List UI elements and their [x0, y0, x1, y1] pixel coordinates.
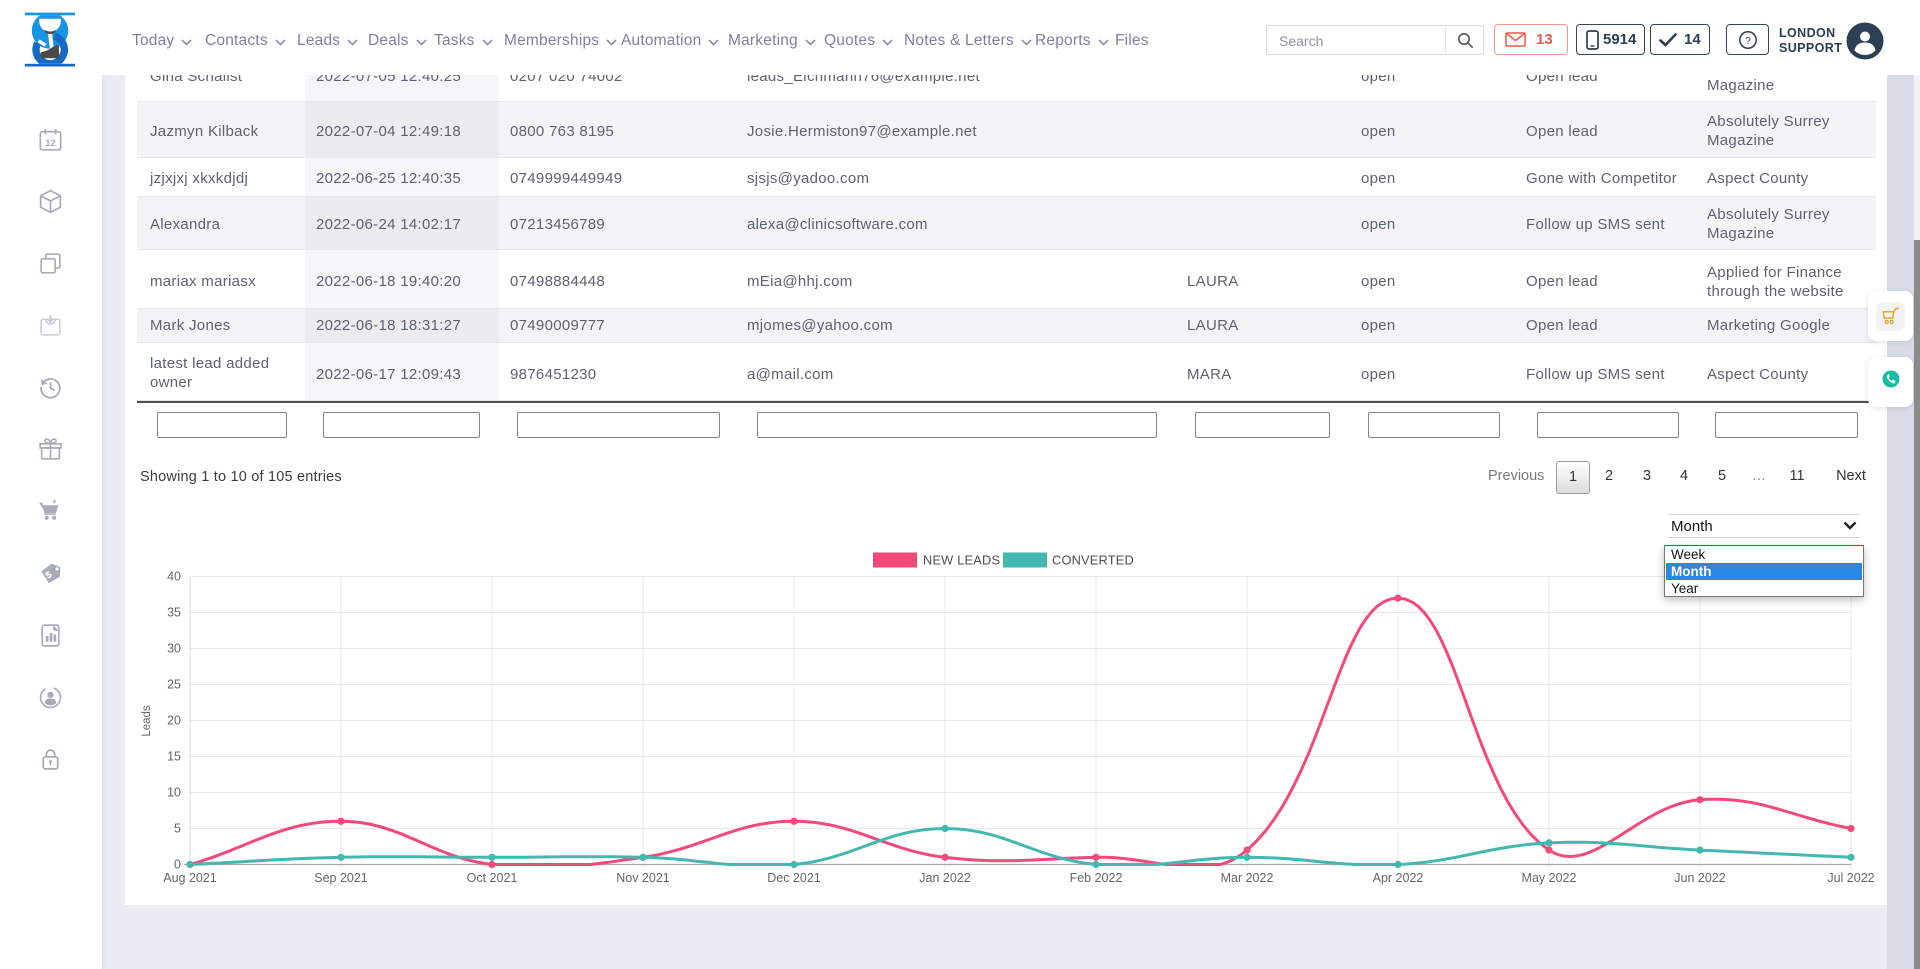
- svg-text:Aug 2021: Aug 2021: [163, 871, 217, 885]
- svg-text:Mar 2022: Mar 2022: [1221, 871, 1274, 885]
- svg-text:Jul 2022: Jul 2022: [1827, 871, 1874, 885]
- svg-text:Leads: Leads: [141, 705, 153, 737]
- svg-text:?: ?: [1745, 35, 1751, 47]
- svg-text:25: 25: [167, 678, 181, 692]
- svg-text:Nov 2021: Nov 2021: [616, 871, 670, 885]
- svg-text:Jun 2022: Jun 2022: [1674, 871, 1725, 885]
- svg-text:Oct 2021: Oct 2021: [467, 871, 518, 885]
- svg-text:NEW LEADS: NEW LEADS: [923, 553, 1000, 568]
- svg-text:30: 30: [167, 642, 181, 656]
- svg-text:20: 20: [167, 714, 181, 728]
- svg-text:15: 15: [167, 750, 181, 764]
- svg-text:Apr 2022: Apr 2022: [1373, 871, 1424, 885]
- svg-text:Jan 2022: Jan 2022: [919, 871, 970, 885]
- svg-text:35: 35: [167, 606, 181, 620]
- svg-text:CONVERTED: CONVERTED: [1052, 553, 1134, 568]
- svg-text:May 2022: May 2022: [1522, 871, 1577, 885]
- svg-text:5: 5: [174, 822, 181, 836]
- svg-text:Sep 2021: Sep 2021: [314, 871, 368, 885]
- svg-text:12: 12: [45, 138, 55, 148]
- svg-text:Dec 2021: Dec 2021: [767, 871, 821, 885]
- svg-text:Feb 2022: Feb 2022: [1070, 871, 1123, 885]
- svg-text:40: 40: [167, 570, 181, 584]
- svg-text:0: 0: [174, 858, 181, 872]
- svg-text:10: 10: [167, 786, 181, 800]
